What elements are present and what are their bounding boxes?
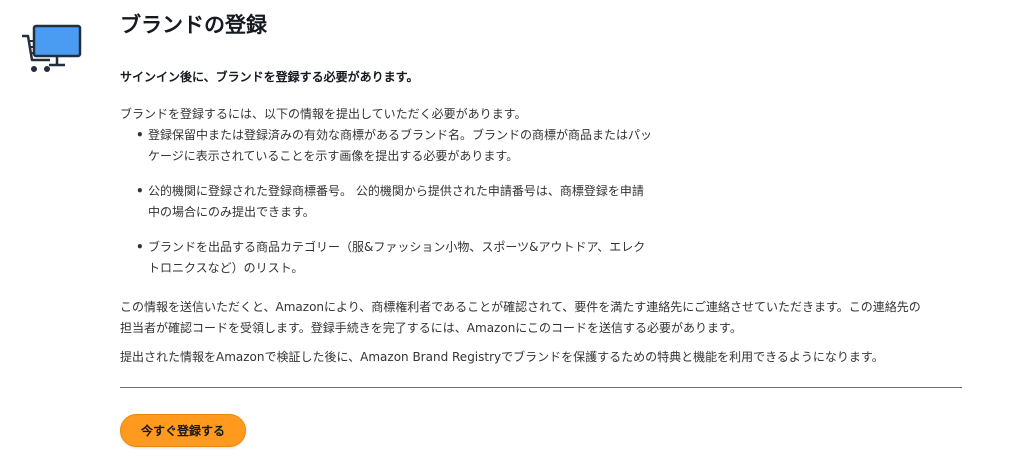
- requirement-trademark-brand: • 登録保留中または登録済みの有効な商標があるブランド名。ブランドの商標が商品ま…: [136, 125, 701, 167]
- requirement-line: 中の場合にのみ提出できます。: [148, 205, 315, 219]
- benefits-paragraph: 提出された情報をAmazonで検証した後に、Amazon Brand Regis…: [120, 350, 884, 364]
- requirements-intro: ブランドを登録するには、以下の情報を提出していただく必要があります。: [120, 107, 527, 121]
- requirement-trademark-number: • 公的機関に登録された登録商標番号。 公的機関から提供された申請番号は、商標登…: [136, 181, 701, 223]
- verification-line: 担当者が確認コードを受領します。登録手続きを完了するには、Amazonにこのコー…: [120, 321, 742, 335]
- computer-cart-icon: [22, 24, 82, 72]
- bullet: •: [136, 184, 144, 198]
- requirement-line: ケージに表示されていることを示す画像を提出する必要があります。: [148, 149, 519, 163]
- main-content: サインイン後に、ブランドを登録する必要があります。 ブランドを登録するには、以下…: [120, 62, 980, 368]
- register-now-button[interactable]: 今すぐ登録する: [120, 414, 246, 447]
- requirement-line: 公的機関に登録された登録商標番号。 公的機関から提供された申請番号は、商標登録を…: [148, 184, 644, 198]
- divider: [120, 387, 962, 388]
- page-title: ブランドの登録: [120, 13, 267, 37]
- verification-paragraph: この情報を送信いただくと、Amazonにより、商標権利者であることが確認されて、…: [120, 297, 980, 339]
- signin-notice: サインイン後に、ブランドを登録する必要があります。: [120, 70, 419, 84]
- requirement-line: トロニクスなど）のリスト。: [148, 261, 304, 275]
- requirement-line: ブランドを出品する商品カテゴリー（服&ファッション小物、スポーツ&アウトドア、エ…: [148, 240, 646, 254]
- bullet: •: [136, 128, 144, 142]
- verification-line: この情報を送信いただくと、Amazonにより、商標権利者であることが確認されて、…: [120, 300, 921, 314]
- bullet: •: [136, 240, 144, 254]
- requirement-line: 登録保留中または登録済みの有効な商標があるブランド名。ブランドの商標が商品または…: [148, 128, 653, 142]
- requirement-categories: • ブランドを出品する商品カテゴリー（服&ファッション小物、スポーツ&アウトドア…: [136, 237, 701, 279]
- requirements-list: • 登録保留中または登録済みの有効な商標があるブランド名。ブランドの商標が商品ま…: [120, 125, 701, 279]
